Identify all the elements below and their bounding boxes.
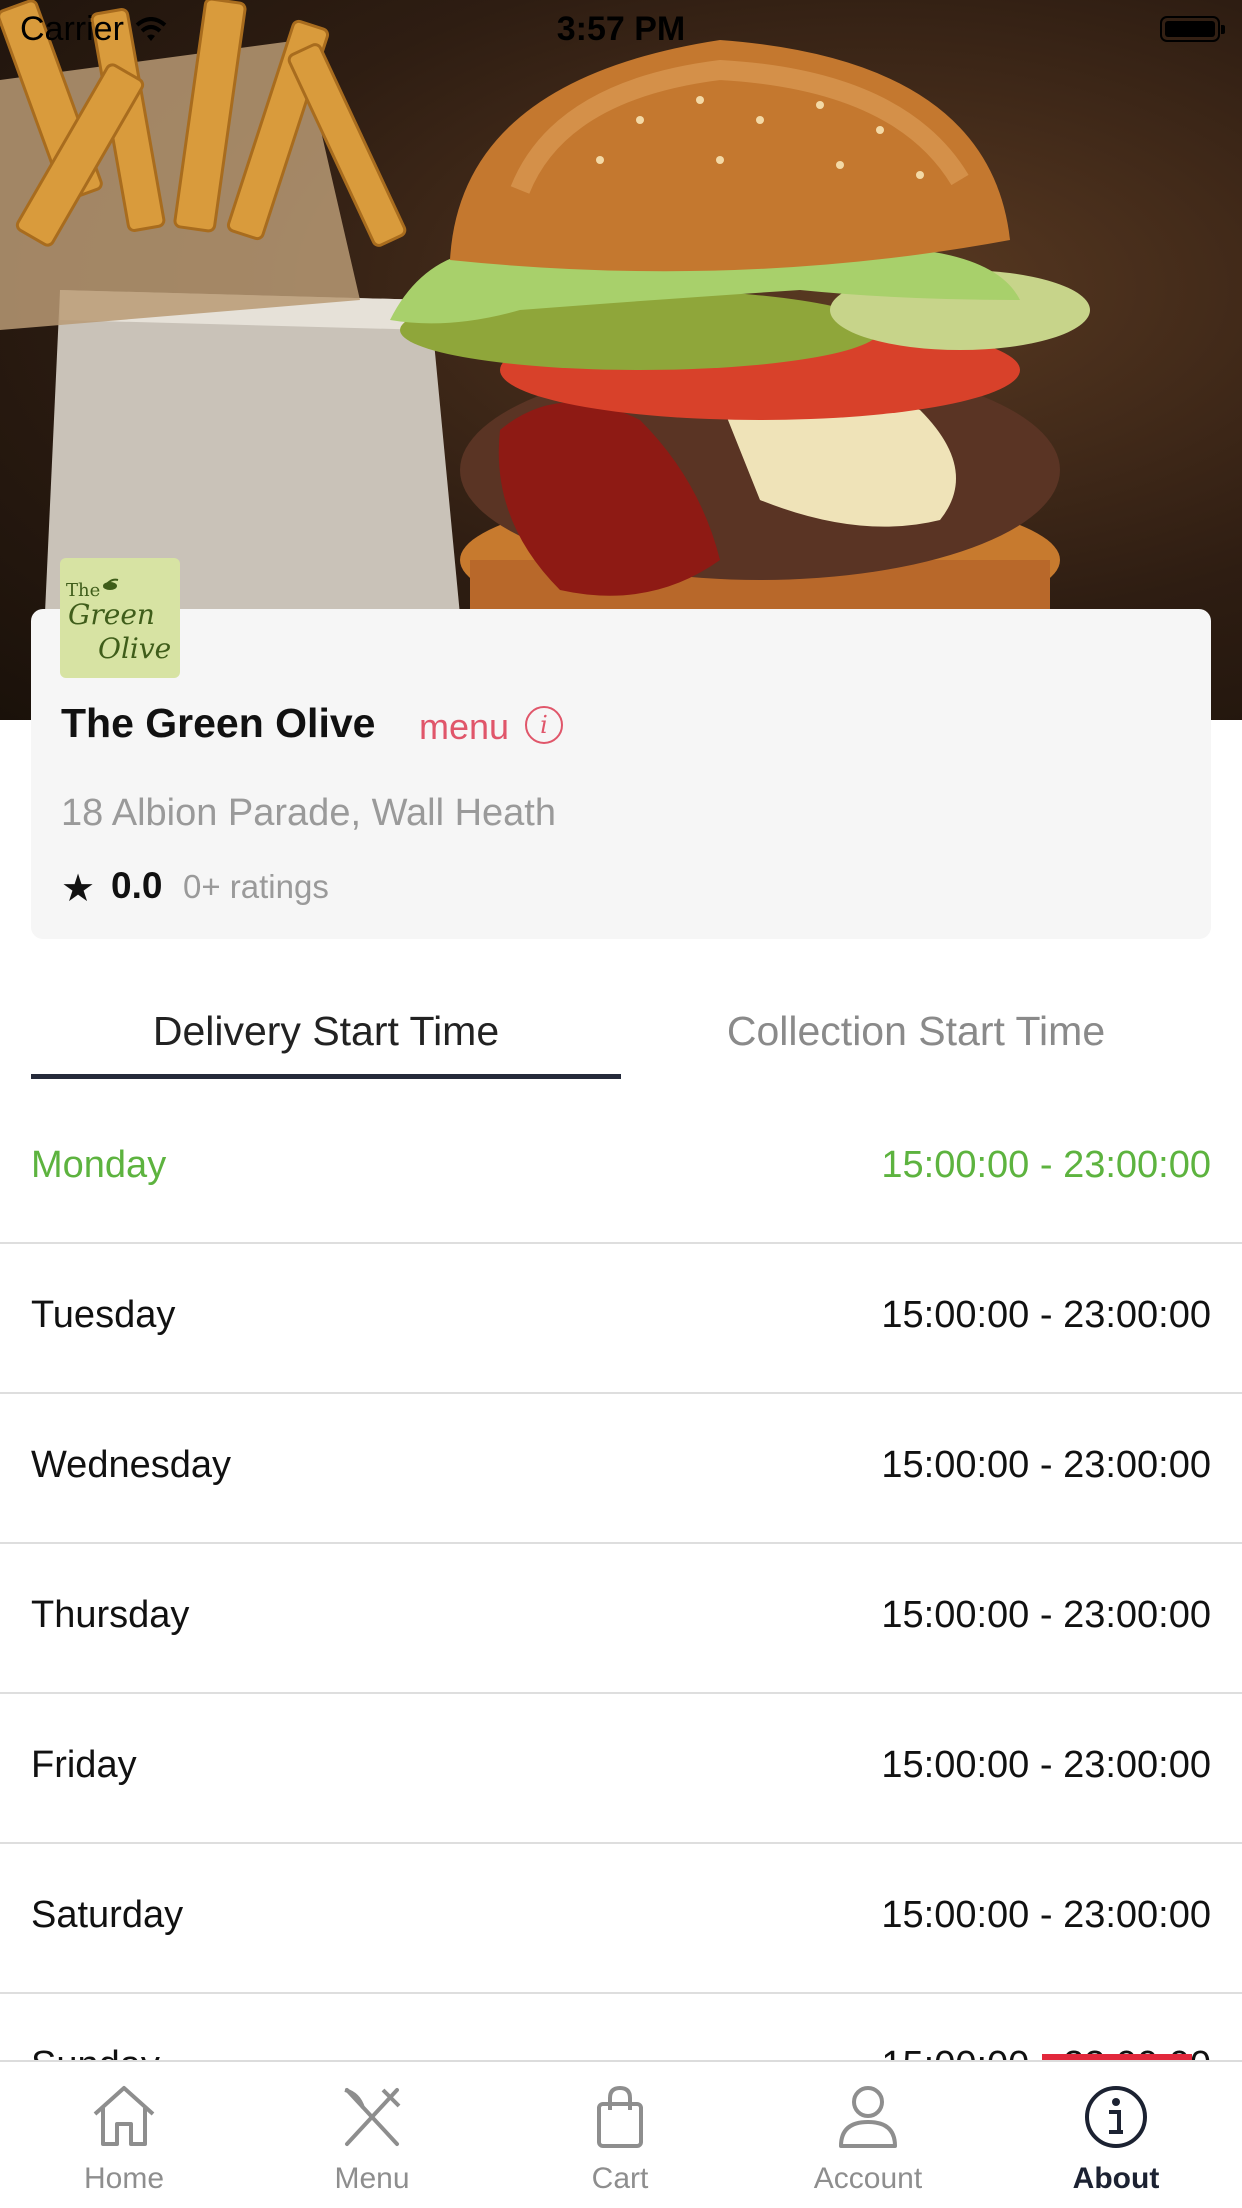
fork-knife-icon	[344, 2088, 401, 2146]
tabbar-label: Account	[813, 2162, 923, 2195]
hours-day: Monday	[31, 1144, 167, 1186]
tabbar-item-menu[interactable]: Menu	[248, 2080, 496, 2196]
tabbar-label: Cart	[591, 2162, 649, 2195]
hours-row: Monday 15:00:00 - 23:00:00	[0, 1094, 1242, 1244]
svg-text:Olive: Olive	[98, 632, 171, 665]
status-time: 3:57 PM	[556, 10, 686, 48]
status-bar: Carrier 3:57 PM	[0, 0, 1242, 60]
tabbar-label: About	[1072, 2162, 1160, 2195]
battery-icon	[1160, 16, 1225, 42]
hours-row: Friday 15:00:00 - 23:00:00	[0, 1694, 1242, 1844]
hours-range: 15:00:00 - 23:00:00	[881, 1294, 1211, 1336]
tab-collection-start-time[interactable]: Collection Start Time	[621, 1008, 1211, 1055]
tabbar-item-about[interactable]: About	[992, 2080, 1240, 2196]
tabbar-label: Home	[83, 2162, 165, 2195]
hours-range: 15:00:00 - 23:00:00	[881, 1744, 1211, 1786]
bottom-tab-bar: Home Menu Cart Account About	[0, 2054, 1242, 2208]
menu-link[interactable]: menu	[419, 706, 509, 748]
hours-row: Wednesday 15:00:00 - 23:00:00	[0, 1394, 1242, 1544]
tab-delivery-start-time[interactable]: Delivery Start Time	[31, 1008, 621, 1055]
restaurant-logo: The Green Olive	[60, 558, 180, 678]
home-icon	[93, 2086, 155, 2146]
green-olive-logo-icon: The Green Olive	[66, 578, 171, 665]
hours-day: Saturday	[31, 1894, 184, 1936]
restaurant-address: 18 Albion Parade, Wall Heath	[61, 792, 557, 834]
info-icon	[1085, 2086, 1147, 2148]
hours-row: Tuesday 15:00:00 - 23:00:00	[0, 1244, 1242, 1394]
restaurant-info-icon[interactable]: i	[525, 706, 563, 744]
hours-day: Tuesday	[31, 1294, 176, 1336]
tabbar-label: Menu	[334, 2162, 410, 2195]
rating-value: 0.0	[111, 865, 163, 906]
rating-count: 0+ ratings	[183, 868, 329, 905]
star-icon: ★	[61, 868, 96, 910]
restaurant-name: The Green Olive	[61, 700, 376, 746]
hours-day: Friday	[31, 1744, 137, 1786]
svg-text:Green: Green	[68, 598, 155, 631]
hours-range: 15:00:00 - 23:00:00	[881, 1444, 1211, 1486]
hours-range: 15:00:00 - 23:00:00	[881, 1144, 1211, 1186]
hours-range: 15:00:00 - 23:00:00	[881, 1594, 1211, 1636]
tabbar-item-account[interactable]: Account	[744, 2080, 992, 2196]
hours-range: 15:00:00 - 23:00:00	[881, 1894, 1211, 1936]
person-icon	[839, 2086, 897, 2148]
active-tab-indicator	[31, 1074, 621, 1079]
tabbar-item-home[interactable]: Home	[0, 2080, 248, 2196]
hours-row: Thursday 15:00:00 - 23:00:00	[0, 1544, 1242, 1694]
active-tab-strip	[1042, 2054, 1192, 2060]
shopping-bag-icon	[597, 2085, 643, 2148]
hours-row: Saturday 15:00:00 - 23:00:00	[0, 1844, 1242, 1994]
hours-day: Wednesday	[31, 1444, 231, 1486]
hours-day: Thursday	[31, 1594, 190, 1636]
tabbar-item-cart[interactable]: Cart	[496, 2080, 744, 2196]
